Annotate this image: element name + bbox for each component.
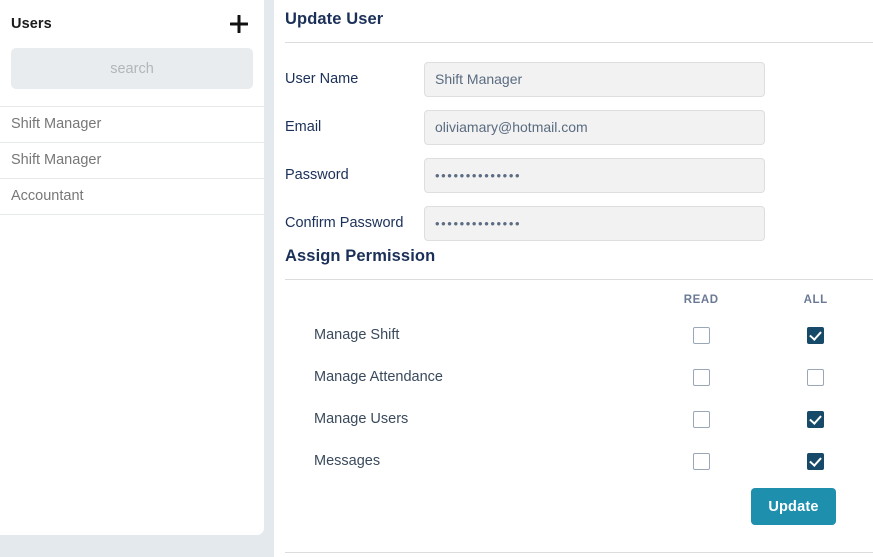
page-title: Users (11, 16, 52, 32)
update-user-panel: Update User User Name Email Password Con… (274, 0, 873, 557)
all-checkbox[interactable] (807, 326, 825, 344)
permission-label: Manage Attendance (314, 369, 443, 385)
column-header-read: READ (683, 294, 719, 306)
permission-label: Manage Shift (314, 327, 400, 343)
table-row: Manage Shift (274, 314, 873, 356)
user-name-field[interactable] (424, 61, 765, 97)
read-checkbox[interactable] (692, 410, 710, 428)
email-label: Email (285, 119, 322, 135)
permission-read-cell (644, 356, 759, 398)
permission-all-cell (758, 314, 873, 356)
table-row: Messages (274, 440, 873, 482)
confirm-password-field[interactable] (424, 205, 765, 241)
search-input[interactable] (11, 48, 253, 89)
all-checkbox[interactable] (807, 452, 825, 470)
read-checkbox[interactable] (692, 326, 710, 344)
form-row-password: Password (274, 151, 873, 199)
confirm-password-label: Confirm Password (285, 215, 404, 231)
heading-divider (285, 42, 873, 43)
table-row: Manage Attendance (274, 356, 873, 398)
column-header-name (274, 286, 644, 314)
search-container (0, 48, 264, 89)
permission-all-cell (758, 440, 873, 482)
form-row-email: Email (274, 103, 873, 151)
update-user-form: User Name Email Password Confirm Passwor… (274, 55, 873, 247)
permission-read-cell (644, 398, 759, 440)
permission-read-cell (644, 314, 759, 356)
sidebar-header: Users (0, 0, 264, 48)
form-row-confirm-password: Confirm Password (274, 199, 873, 247)
permission-label: Messages (314, 453, 381, 469)
table-header-row: READ ALL (274, 286, 873, 314)
all-checkbox[interactable] (807, 368, 825, 386)
read-checkbox[interactable] (692, 368, 710, 386)
panel-bottom-divider (285, 552, 873, 553)
permission-divider (285, 279, 873, 280)
update-button[interactable]: Update (751, 488, 836, 525)
permission-read-cell (644, 440, 759, 482)
password-field[interactable] (424, 157, 765, 193)
assign-permission-heading: Assign Permission (285, 247, 436, 265)
permission-label: Manage Users (314, 411, 409, 427)
update-user-heading: Update User (285, 10, 384, 28)
email-field[interactable] (424, 109, 765, 145)
all-checkbox[interactable] (807, 410, 825, 428)
list-item[interactable]: Shift Manager (0, 106, 264, 142)
list-item[interactable]: Accountant (0, 178, 264, 215)
users-sidebar-panel: Users Shift Manager Shift Manager Accoun… (0, 0, 264, 535)
user-list: Shift Manager Shift Manager Accountant (0, 106, 264, 215)
read-checkbox[interactable] (692, 452, 710, 470)
permission-all-cell (758, 398, 873, 440)
password-label: Password (285, 167, 349, 183)
user-name-label: User Name (285, 71, 359, 87)
add-user-button[interactable] (228, 13, 250, 35)
list-item[interactable]: Shift Manager (0, 142, 264, 178)
table-row: Manage Users (274, 398, 873, 440)
form-row-user-name: User Name (274, 55, 873, 103)
column-header-all: ALL (803, 294, 828, 306)
permissions-table: READ ALL Manage Shift Manage Attendance (274, 286, 873, 482)
permission-all-cell (758, 356, 873, 398)
